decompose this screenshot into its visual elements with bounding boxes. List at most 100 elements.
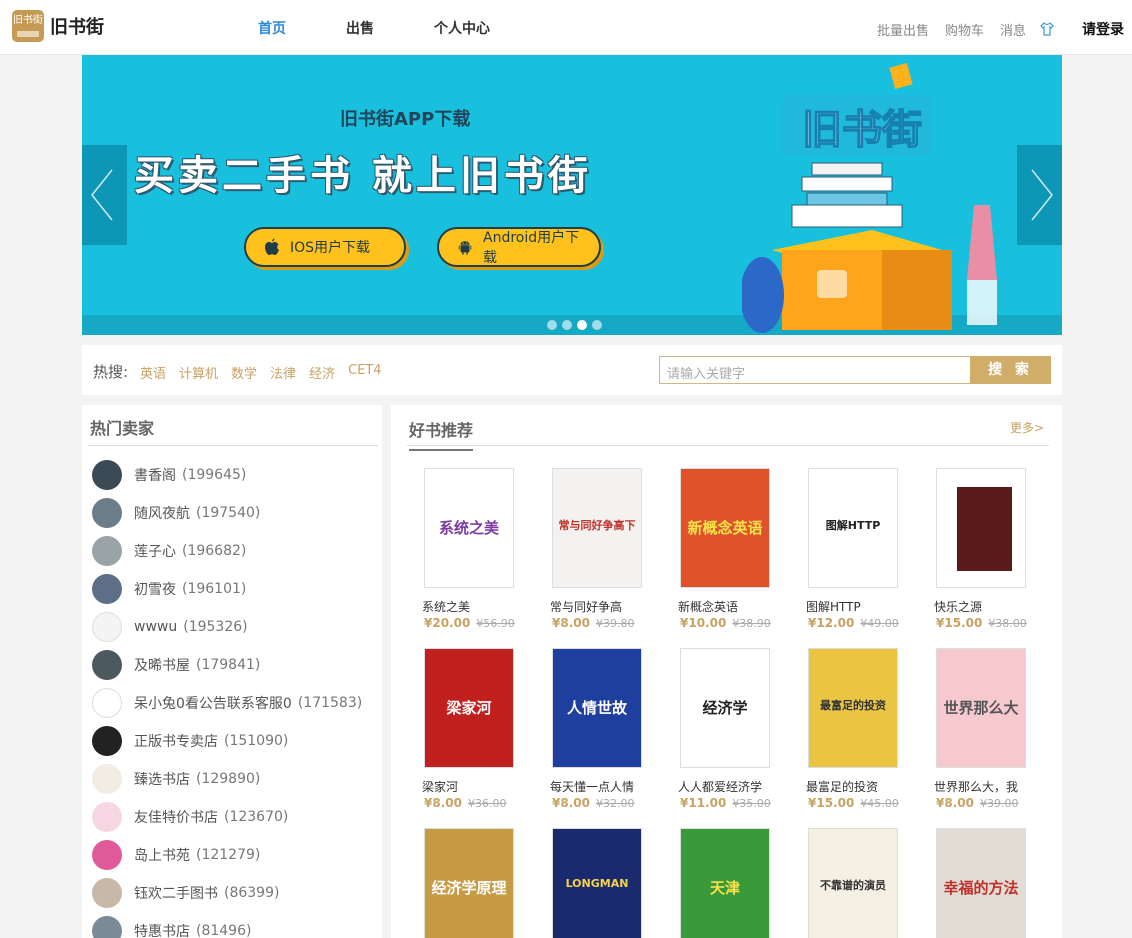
chevron-right-icon: [1031, 169, 1053, 221]
banner-next-arrow[interactable]: [1017, 145, 1062, 245]
book-cover[interactable]: 人情世故: [552, 648, 642, 768]
avatar: [92, 878, 122, 908]
book-cover[interactable]: 最富足的投资: [808, 648, 898, 768]
book-title[interactable]: 每天懂一点人情: [550, 778, 672, 795]
search-input[interactable]: 请输入关键字: [659, 356, 971, 384]
book-card[interactable]: 最富足的投资 最富足的投资 ¥15.00 ¥45.00: [806, 648, 928, 810]
seller-item[interactable]: 臻选书店 (129890): [92, 760, 362, 798]
main-nav: 首页 出售 个人中心: [258, 18, 550, 38]
book-cover[interactable]: [936, 468, 1026, 588]
book-card[interactable]: 图解HTTP 图解HTTP ¥12.00 ¥49.00: [806, 468, 928, 630]
android-download-label: Android用户下载: [483, 230, 580, 266]
book-cover[interactable]: 系统之美: [424, 468, 514, 588]
shirt-icon[interactable]: [1040, 22, 1054, 36]
hot-tag[interactable]: CET4: [348, 363, 382, 382]
seller-item[interactable]: 正版书专卖店 (151090): [92, 722, 362, 760]
hot-tag[interactable]: 计算机: [179, 363, 218, 382]
book-price: ¥12.00 ¥49.00: [808, 616, 928, 630]
book-title[interactable]: 快乐之源: [934, 598, 1056, 615]
seller-item[interactable]: 呆小兔0看公告联系客服0 (171583): [92, 684, 362, 722]
book-cover[interactable]: 天津: [680, 828, 770, 938]
book-title[interactable]: 世界那么大，我: [934, 778, 1056, 795]
nav-home[interactable]: 首页: [258, 18, 286, 38]
book-cover-text: 常与同好争高下: [558, 519, 636, 532]
book-title[interactable]: 最富足的投资: [806, 778, 928, 795]
book-cover[interactable]: 常与同好争高下: [552, 468, 642, 588]
more-link[interactable]: 更多>: [1010, 419, 1044, 436]
pagination-dot[interactable]: [562, 320, 572, 330]
book-title[interactable]: 梁家河: [422, 778, 544, 795]
hot-tag[interactable]: 数学: [231, 363, 257, 382]
seller-item[interactable]: 友佳特价书店 (123670): [92, 798, 362, 836]
seller-name: 書香阁: [134, 468, 176, 484]
book-card[interactable]: 经济学原理: [424, 828, 544, 938]
seller-item[interactable]: 特惠书店 (81496): [92, 912, 362, 938]
book-card[interactable]: 系统之美 系统之美 ¥20.00 ¥56.90: [422, 468, 544, 630]
book-title[interactable]: 人人都爱经济学: [678, 778, 800, 795]
book-price: ¥15.00 ¥45.00: [808, 796, 928, 810]
book-card[interactable]: 世界那么大 世界那么大，我 ¥8.00 ¥39.00: [934, 648, 1056, 810]
site-logo[interactable]: 旧书街 旧书街: [12, 10, 104, 42]
banner-prev-arrow[interactable]: [82, 145, 127, 245]
hot-tag[interactable]: 法律: [270, 363, 296, 382]
messages-link[interactable]: 消息: [1000, 20, 1026, 39]
book-title[interactable]: 系统之美: [422, 598, 544, 615]
seller-item[interactable]: 及晞书屋 (179841): [92, 646, 362, 684]
pagination-dot[interactable]: [577, 320, 587, 330]
book-card[interactable]: 人情世故 每天懂一点人情 ¥8.00 ¥32.00: [550, 648, 672, 810]
banner-art-text: 旧书街: [802, 107, 922, 153]
book-card[interactable]: 新概念英语 新概念英语 ¥10.00 ¥38.90: [678, 468, 800, 630]
book-cover[interactable]: 幸福的方法: [936, 828, 1026, 938]
apple-icon: [265, 238, 279, 255]
book-card[interactable]: 不靠谱的演员: [808, 828, 928, 938]
price-current: ¥8.00: [552, 616, 590, 630]
seller-item[interactable]: 莲子心 (196682): [92, 532, 362, 570]
book-cover[interactable]: 图解HTTP: [808, 468, 898, 588]
nav-personal-center[interactable]: 个人中心: [434, 18, 490, 38]
book-cover[interactable]: 经济学原理: [424, 828, 514, 938]
book-cover[interactable]: LONGMAN: [552, 828, 642, 938]
search-button[interactable]: 搜 索: [970, 356, 1051, 384]
bulk-sell-link[interactable]: 批量出售: [877, 20, 929, 39]
cart-link[interactable]: 购物车: [945, 20, 984, 39]
seller-list: 書香阁 (199645) 随风夜航 (197540) 莲子心 (196682) 初雪夜 (19…: [92, 456, 362, 938]
book-card[interactable]: 快乐之源 ¥15.00 ¥38.00: [934, 468, 1056, 630]
price-original: ¥39.00: [979, 797, 1019, 810]
seller-item[interactable]: 岛上书苑 (121279): [92, 836, 362, 874]
seller-item[interactable]: 初雪夜 (196101): [92, 570, 362, 608]
seller-item[interactable]: 钰欢二手图书 (86399): [92, 874, 362, 912]
book-cover[interactable]: 梁家河: [424, 648, 514, 768]
seller-item[interactable]: 書香阁 (199645): [92, 456, 362, 494]
book-price: ¥11.00 ¥35.00: [680, 796, 800, 810]
book-card[interactable]: 天津: [680, 828, 800, 938]
book-card[interactable]: 幸福的方法: [936, 828, 1056, 938]
android-download-button[interactable]: Android用户下载: [437, 227, 601, 267]
book-card[interactable]: 常与同好争高下 常与同好争高 ¥8.00 ¥39.80: [550, 468, 672, 630]
book-card[interactable]: LONGMAN: [552, 828, 672, 938]
logo-text: 旧书街: [50, 17, 104, 38]
hot-tag[interactable]: 英语: [140, 363, 166, 382]
seller-item[interactable]: 随风夜航 (197540): [92, 494, 362, 532]
pagination-dot[interactable]: [592, 320, 602, 330]
book-title[interactable]: 常与同好争高: [550, 598, 672, 615]
nav-sell[interactable]: 出售: [346, 18, 374, 38]
book-cover[interactable]: 世界那么大: [936, 648, 1026, 768]
promo-banner[interactable]: 旧书街APP下载 买卖二手书 就上旧书街 IOS用户下载 Android用户下载…: [82, 55, 1062, 335]
book-card[interactable]: 梁家河 梁家河 ¥8.00 ¥36.00: [422, 648, 544, 810]
seller-item[interactable]: wwwu (195326): [92, 608, 362, 646]
hot-tag[interactable]: 经济: [309, 363, 335, 382]
top-header: 旧书街 旧书街 首页 出售 个人中心 批量出售 购物车 消息 请登录: [0, 0, 1132, 55]
book-card[interactable]: 经济学人人都爱经济学 ¥11.00 ¥35.00: [678, 648, 800, 810]
book-cover[interactable]: 新概念英语: [680, 468, 770, 588]
book-cover[interactable]: 经济学: [680, 648, 770, 768]
seller-count: (129890): [196, 771, 261, 787]
price-current: ¥11.00: [680, 796, 727, 810]
book-cover[interactable]: 不靠谱的演员: [808, 828, 898, 938]
book-title[interactable]: 新概念英语: [678, 598, 800, 615]
pagination-dot[interactable]: [547, 320, 557, 330]
book-title[interactable]: 图解HTTP: [806, 598, 928, 615]
price-current: ¥15.00: [936, 616, 983, 630]
ios-download-button[interactable]: IOS用户下载: [244, 227, 406, 267]
price-original: ¥49.00: [860, 617, 899, 630]
login-link[interactable]: 请登录: [1082, 19, 1124, 39]
